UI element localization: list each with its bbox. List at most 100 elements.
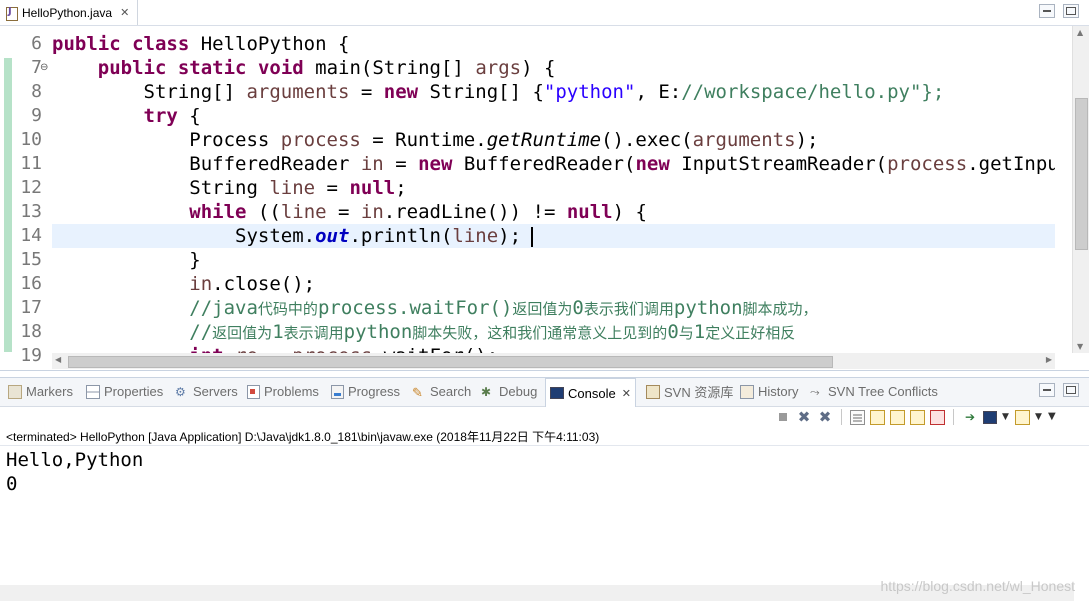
pin-console-icon[interactable]: ➔ xyxy=(962,409,978,425)
java-file-icon: J xyxy=(4,6,18,21)
minimize-editor-button[interactable] xyxy=(1039,4,1055,18)
current-code-line[interactable]: System.out.println(line); xyxy=(52,224,1055,248)
console-toolbar: ✖ ✖ ➔ ▼ ▼ ▼ xyxy=(775,407,1064,427)
code-line[interactable]: in.close(); xyxy=(52,272,1055,296)
close-tab-icon[interactable]: ✕ xyxy=(120,6,129,19)
code-line[interactable]: int re = process.waitFor(); xyxy=(52,344,1055,353)
code-line[interactable]: public static void main(String[] args) { xyxy=(52,56,1055,80)
line-number-gutter: 6 7 ⊖ 8 9 10 11 12 13 14 15 16 17 18 19 xyxy=(0,26,52,366)
servers-icon: ⚙ xyxy=(175,384,186,399)
tab-svn-tree-conflicts[interactable]: ⤳ SVN Tree Conflicts xyxy=(810,378,938,405)
scroll-down-arrow-icon[interactable]: ▼ xyxy=(1077,342,1083,351)
line-number: 17 xyxy=(20,297,42,318)
editor-tab-hellopython[interactable]: J HelloPython.java ✕ xyxy=(0,0,139,25)
tab-label: Console xyxy=(568,385,616,401)
line-number: 6 xyxy=(31,33,42,54)
editor-tab-title: HelloPython.java xyxy=(22,5,113,20)
scroll-lock-icon[interactable] xyxy=(870,409,885,425)
history-icon xyxy=(740,384,754,399)
console-divider xyxy=(0,445,1089,446)
close-console-icon[interactable]: ✕ xyxy=(622,387,631,400)
chevron-down-icon[interactable]: ▼ xyxy=(1002,409,1010,425)
line-number: 9 xyxy=(31,105,42,126)
view-menu-icon[interactable]: ▼ xyxy=(1048,409,1064,425)
tab-markers[interactable]: Markers xyxy=(8,378,73,405)
display-selected-console-icon[interactable] xyxy=(983,410,997,424)
tab-progress[interactable]: Progress xyxy=(331,378,400,405)
show-on-stderr-icon[interactable] xyxy=(930,409,945,425)
scroll-thumb[interactable] xyxy=(68,356,833,368)
tab-problems[interactable]: Problems xyxy=(247,378,319,405)
debug-icon: ✱ xyxy=(481,384,492,399)
search-icon: ✎ xyxy=(412,384,423,400)
tab-label: SVN 资源库 xyxy=(664,385,734,400)
launch-status-line: <terminated> HelloPython [Java Applicati… xyxy=(6,430,600,444)
tab-label: Progress xyxy=(348,384,401,399)
toolbar-separator xyxy=(953,409,954,425)
code-line[interactable]: try { xyxy=(52,104,1055,128)
word-wrap-icon[interactable] xyxy=(890,409,905,425)
scroll-thumb[interactable] xyxy=(1075,98,1088,250)
code-editor[interactable]: J HelloPython.java ✕ 6 7 ⊖ 8 9 10 11 12 … xyxy=(0,0,1089,371)
remove-launch-icon[interactable]: ✖ xyxy=(796,409,812,425)
toolbar-separator xyxy=(841,409,842,425)
editor-vertical-scrollbar[interactable]: ▲ ▼ xyxy=(1072,26,1089,353)
scroll-up-arrow-icon[interactable]: ▲ xyxy=(1077,28,1083,37)
editor-tab-bar: J HelloPython.java ✕ xyxy=(0,0,1089,26)
line-number: 10 xyxy=(20,129,42,150)
tab-svn-repository[interactable]: SVN 资源库 xyxy=(646,378,733,405)
scroll-right-arrow-icon[interactable]: ▶ xyxy=(1046,355,1052,364)
code-line[interactable]: BufferedReader in = new BufferedReader(n… xyxy=(52,152,1055,176)
tab-label: Servers xyxy=(193,384,238,399)
remove-all-terminated-icon[interactable]: ✖ xyxy=(817,409,833,425)
tab-console[interactable]: Console ✕ xyxy=(545,378,636,407)
show-on-stdout-icon[interactable] xyxy=(910,409,925,425)
watermark: https://blog.csdn.net/wl_Honest xyxy=(880,578,1075,594)
console-output-line: 0 xyxy=(6,473,18,495)
chevron-down-icon[interactable]: ▼ xyxy=(1035,409,1043,425)
maximize-editor-button[interactable] xyxy=(1063,4,1079,18)
line-number: 19 xyxy=(20,345,42,366)
problems-icon xyxy=(247,384,260,399)
code-line[interactable]: } xyxy=(52,248,1055,272)
markers-icon xyxy=(8,384,22,399)
tab-label: Markers xyxy=(26,384,73,399)
code-line[interactable]: //java代码中的process.waitFor()返回值为0表示我们调用py… xyxy=(52,296,1055,320)
tab-label: Properties xyxy=(104,384,164,399)
progress-icon xyxy=(331,384,344,399)
tab-properties[interactable]: Properties xyxy=(86,378,163,405)
fold-collapse-icon[interactable]: ⊖ xyxy=(40,62,48,73)
code-text-area[interactable]: public class HelloPython { public static… xyxy=(52,32,1055,353)
line-number: 15 xyxy=(20,249,42,270)
tab-servers[interactable]: ⚙ Servers xyxy=(175,378,238,405)
code-line[interactable]: Process process = Runtime.getRuntime().e… xyxy=(52,128,1055,152)
line-number: 7 xyxy=(31,57,42,78)
console-icon xyxy=(550,387,564,399)
code-line[interactable]: public class HelloPython { xyxy=(52,32,1055,56)
console-panel: Markers Properties ⚙ Servers Problems Pro… xyxy=(0,377,1089,603)
code-line[interactable]: //返回值为1表示调用python脚本失败，这和我们通常意义上见到的0与1定义正… xyxy=(52,320,1055,344)
code-line[interactable]: String[] arguments = new String[] {"pyth… xyxy=(52,80,1055,104)
tab-debug[interactable]: ✱ Debug xyxy=(481,378,537,405)
terminate-icon[interactable] xyxy=(775,409,791,425)
open-console-icon[interactable] xyxy=(1015,409,1030,425)
tab-search[interactable]: ✎ Search xyxy=(412,378,471,405)
clear-console-icon[interactable] xyxy=(850,409,865,425)
code-line[interactable]: String line = null; xyxy=(52,176,1055,200)
scroll-left-arrow-icon[interactable]: ◀ xyxy=(55,355,61,364)
tab-label: History xyxy=(758,384,799,399)
console-output-line: Hello,Python xyxy=(6,449,144,471)
tab-history[interactable]: History xyxy=(740,378,798,405)
line-number: 16 xyxy=(20,273,42,294)
text-caret xyxy=(531,226,534,247)
minimize-panel-button[interactable] xyxy=(1039,383,1055,397)
properties-icon xyxy=(86,384,100,399)
svn-tree-conflicts-icon: ⤳ xyxy=(810,384,820,399)
line-number: 11 xyxy=(20,153,42,174)
code-line[interactable]: while ((line = in.readLine()) != null) { xyxy=(52,200,1055,224)
line-number: 8 xyxy=(31,81,42,102)
tab-label: Debug xyxy=(499,384,538,399)
maximize-panel-button[interactable] xyxy=(1063,383,1079,397)
editor-horizontal-scrollbar[interactable]: ◀ ▶ xyxy=(52,353,1055,369)
console-output[interactable]: Hello,Python 0 xyxy=(6,448,143,496)
